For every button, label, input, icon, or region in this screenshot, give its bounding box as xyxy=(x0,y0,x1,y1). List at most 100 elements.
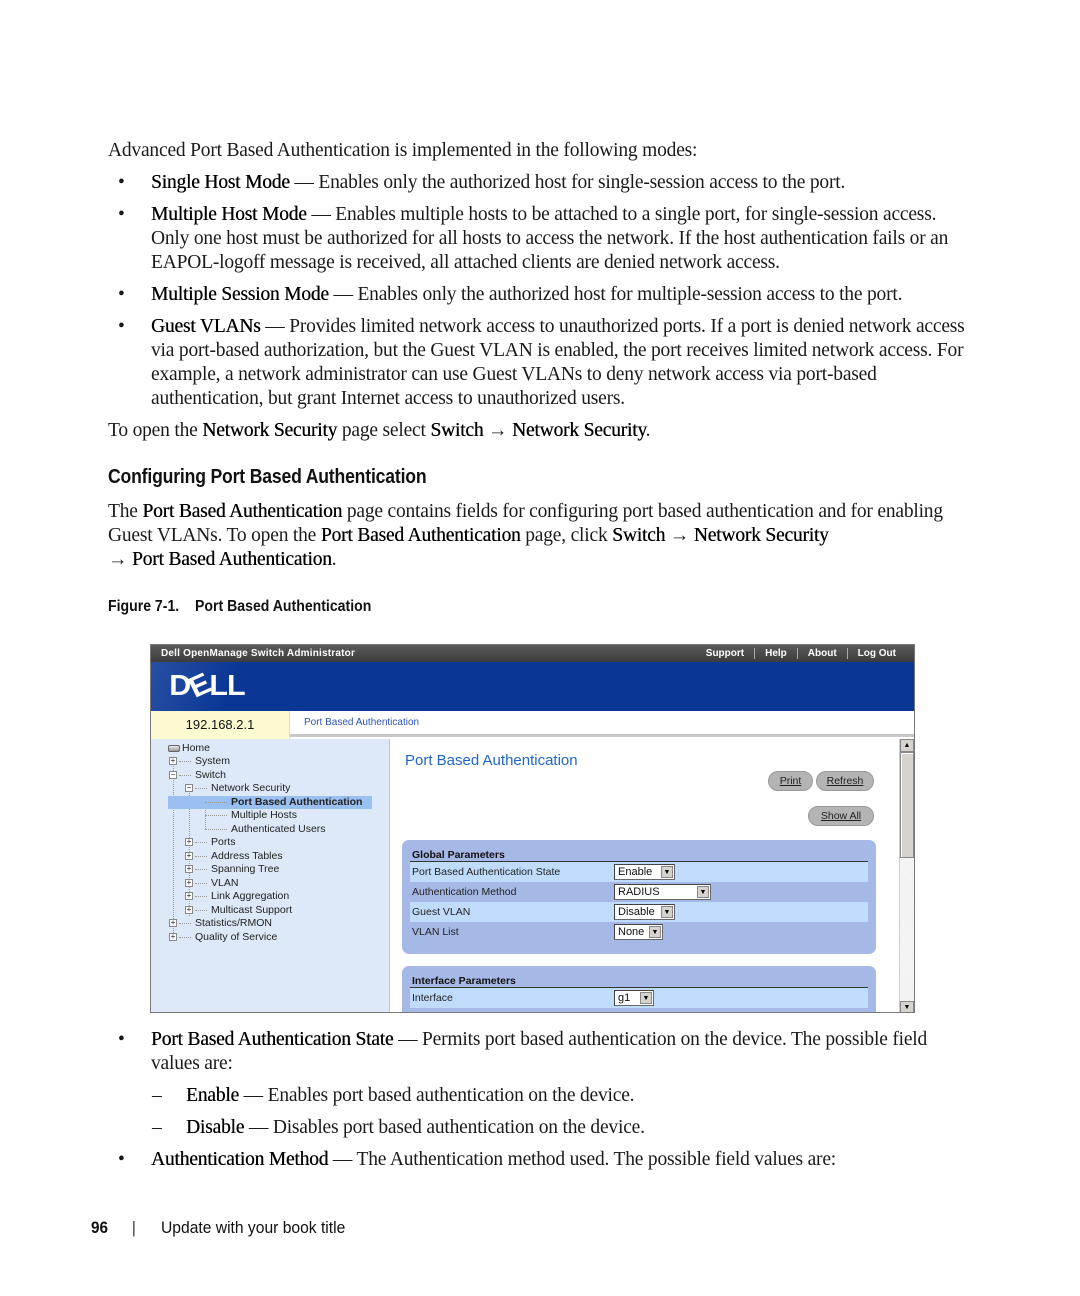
interface-select[interactable]: g1 ▼ xyxy=(614,990,654,1006)
tree-item-ports[interactable]: + Ports xyxy=(185,836,236,849)
scrollbar-thumb[interactable] xyxy=(900,752,914,858)
home-icon xyxy=(168,744,180,752)
select-value: Disable xyxy=(618,906,655,918)
refresh-button[interactable]: Refresh xyxy=(816,771,874,791)
dropdown-arrow-icon[interactable]: ▼ xyxy=(661,866,673,878)
breadcrumb-item[interactable]: Port Based Authentication xyxy=(304,717,419,728)
scroll-down-icon[interactable]: ▼ xyxy=(900,1001,914,1012)
term: Enable xyxy=(186,1085,239,1106)
scroll-up-icon[interactable]: ▲ xyxy=(900,739,914,752)
dash-icon: – xyxy=(152,1085,162,1106)
expand-icon[interactable]: + xyxy=(185,838,193,847)
term: Port Based Authentication State xyxy=(151,1029,394,1050)
about-link[interactable]: About xyxy=(796,648,847,659)
page-number: 96 xyxy=(90,1218,108,1237)
tree-label: Port Based Authentication xyxy=(231,796,363,808)
vertical-scrollbar[interactable]: ▲ ▼ xyxy=(899,739,914,1012)
tree-line xyxy=(173,759,174,939)
panel-title: Interface Parameters xyxy=(410,974,868,988)
param-label: Guest VLAN xyxy=(412,906,471,918)
support-link[interactable]: Support xyxy=(696,648,754,659)
select-value: Enable xyxy=(618,866,653,878)
app-topbar: Dell OpenManage Switch Administrator Sup… xyxy=(151,645,914,662)
tree-item-multicast-support[interactable]: + Multicast Support xyxy=(185,904,292,917)
description: — The Authentication method used. The po… xyxy=(328,1149,837,1170)
tree-item-multiple-hosts[interactable]: Multiple Hosts xyxy=(205,809,297,822)
list-item-auth-method: • Authentication Method — The Authentica… xyxy=(108,1148,978,1172)
tree-item-quality-of-service[interactable]: + Quality of Service xyxy=(169,931,277,944)
text: . xyxy=(645,420,651,441)
banner: DELL xyxy=(151,662,914,711)
expand-icon[interactable]: + xyxy=(185,892,193,901)
expand-icon[interactable]: + xyxy=(185,865,193,874)
panel-title: Global Parameters xyxy=(410,848,868,862)
auth-state-select[interactable]: Enable ▼ xyxy=(614,864,675,880)
figure-number: Figure 7-1. xyxy=(108,598,180,615)
vlan-list-select[interactable]: None ▼ xyxy=(614,924,663,940)
dropdown-arrow-icon[interactable]: ▼ xyxy=(697,886,709,898)
content-pane: Port Based Authentication Print Refresh … xyxy=(390,739,899,1012)
bullet-icon: • xyxy=(118,172,125,193)
term: Port Based Authentication xyxy=(142,501,343,522)
tree-item-switch[interactable]: − Switch xyxy=(169,769,226,782)
tree-item-address-tables[interactable]: + Address Tables xyxy=(185,850,283,863)
tree-item-port-based-authentication[interactable]: Port Based Authentication xyxy=(168,796,372,809)
tree-connector xyxy=(179,936,191,938)
expand-icon[interactable]: + xyxy=(169,933,177,942)
print-button[interactable]: Print xyxy=(768,771,813,791)
modes-list: • Single Host Mode — Enables only the au… xyxy=(108,171,978,419)
top-links: Support Help About Log Out xyxy=(696,648,906,659)
expand-icon[interactable]: + xyxy=(169,919,177,928)
expand-icon[interactable]: + xyxy=(185,906,193,915)
term: Authentication Method xyxy=(151,1149,329,1170)
expand-icon[interactable]: + xyxy=(185,879,193,888)
term: Single Host Mode xyxy=(151,172,290,193)
tree-item-system[interactable]: + System xyxy=(169,755,230,768)
tree-item-vlan[interactable]: + VLAN xyxy=(185,877,238,890)
expand-icon[interactable]: + xyxy=(185,852,193,861)
tree-item-authenticated-users[interactable]: Authenticated Users xyxy=(205,823,326,836)
tree-label: Quality of Service xyxy=(195,931,278,943)
guest-vlan-select[interactable]: Disable ▼ xyxy=(614,904,675,920)
term: Multiple Session Mode xyxy=(151,284,329,305)
logout-link[interactable]: Log Out xyxy=(846,648,906,659)
field-descriptions: • Port Based Authentication State — Perm… xyxy=(108,1028,978,1180)
collapse-icon[interactable]: − xyxy=(185,784,193,793)
tree-connector xyxy=(205,801,227,803)
text: page, click xyxy=(520,525,613,546)
auth-method-select[interactable]: RADIUS ▼ xyxy=(614,884,711,900)
page-heading: Port Based Authentication xyxy=(405,752,578,769)
tree-connector xyxy=(195,909,207,911)
param-row-interface: Interface g1 ▼ xyxy=(410,988,868,1008)
expand-icon[interactable]: + xyxy=(169,757,177,766)
tree-connector xyxy=(205,828,227,830)
intro-paragraph: Advanced Port Based Authentication is im… xyxy=(108,140,698,161)
tree-label: Ports xyxy=(211,836,236,848)
bullet-icon: • xyxy=(118,1029,125,1050)
dash-icon: – xyxy=(152,1117,162,1138)
section-paragraph: The Port Based Authentication page conta… xyxy=(108,500,978,572)
tree-label: Spanning Tree xyxy=(211,863,280,875)
dropdown-arrow-icon[interactable]: ▼ xyxy=(649,926,661,938)
tree-item-home[interactable]: Home xyxy=(168,742,210,755)
dropdown-arrow-icon[interactable]: ▼ xyxy=(640,992,652,1004)
tree-connector xyxy=(195,895,207,897)
list-item-multiple-host: • Multiple Host Mode — Enables multiple … xyxy=(108,203,978,275)
app-title: Dell OpenManage Switch Administrator xyxy=(161,648,356,659)
tree-connector xyxy=(195,855,207,857)
select-value: RADIUS xyxy=(618,886,660,898)
dropdown-arrow-icon[interactable]: ▼ xyxy=(661,906,673,918)
tree-item-network-security[interactable]: − Network Security xyxy=(185,782,290,795)
tree-label: VLAN xyxy=(211,877,239,889)
collapse-icon[interactable]: − xyxy=(169,771,177,780)
show-all-button[interactable]: Show All xyxy=(808,806,874,826)
tree-item-statistics-rmon[interactable]: + Statistics/RMON xyxy=(169,917,272,930)
param-row-auth-method: Authentication Method RADIUS ▼ xyxy=(410,882,868,902)
breadcrumb: Port Based Authentication xyxy=(290,711,914,737)
help-link[interactable]: Help xyxy=(754,648,797,659)
param-row-auth-state: Port Based Authentication State Enable ▼ xyxy=(410,862,868,882)
tree-item-link-aggregation[interactable]: + Link Aggregation xyxy=(185,890,289,903)
tree-item-spanning-tree[interactable]: + Spanning Tree xyxy=(185,863,279,876)
book-title: Update with your book title xyxy=(160,1218,346,1237)
tree-label: Authenticated Users xyxy=(231,823,326,835)
